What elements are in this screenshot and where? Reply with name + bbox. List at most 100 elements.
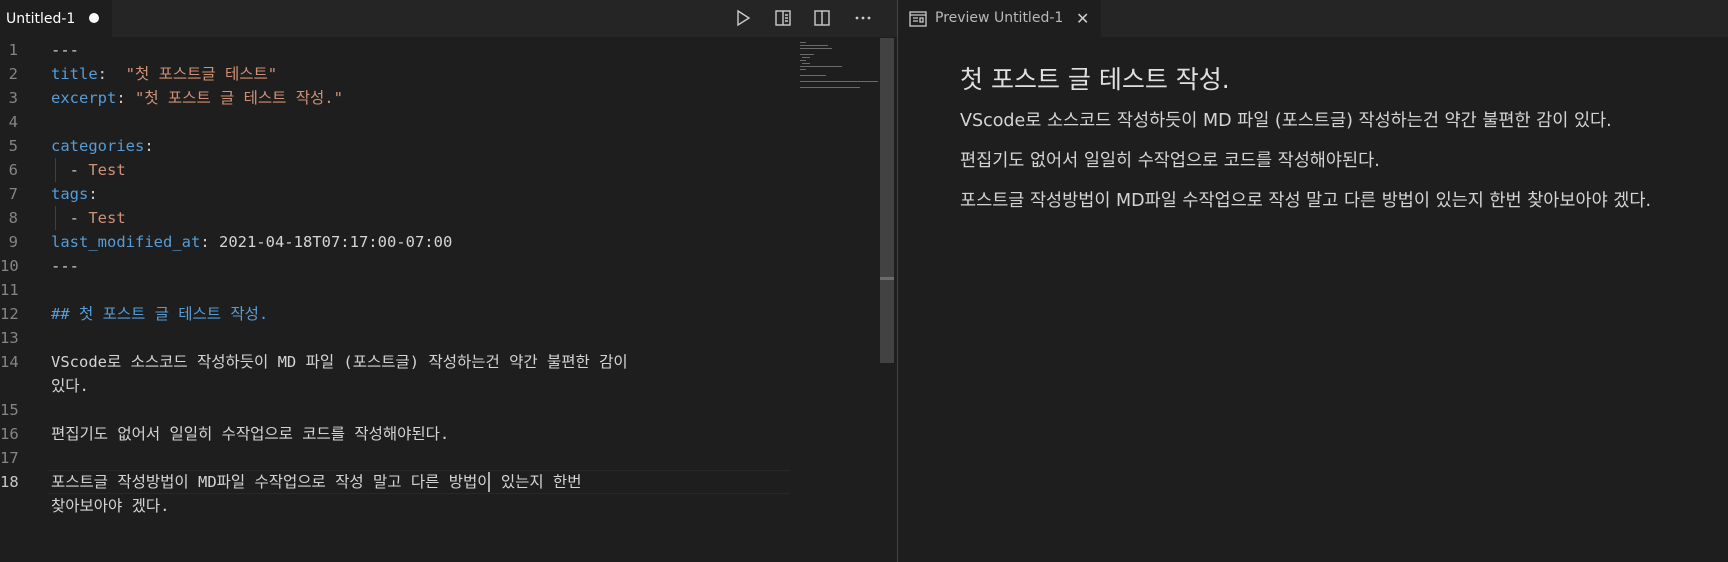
line-number: 1 (8, 41, 18, 59)
more-actions-icon (855, 16, 871, 20)
line-text: title: "첫 포스트글 테스트" (51, 62, 277, 86)
code-line[interactable]: 13 (0, 326, 880, 350)
tab-title: Untitled-1 (6, 10, 76, 27)
token: ## 첫 포스트 글 테스트 작성. (51, 305, 269, 323)
code-line[interactable]: 5 categories: (0, 134, 880, 158)
token: : (144, 137, 154, 155)
preview-heading: 첫 포스트 글 테스트 작성. (960, 65, 1230, 94)
line-number: 3 (8, 89, 18, 107)
indent-guide (55, 206, 56, 230)
unsaved-dot-icon[interactable] (89, 13, 99, 23)
code-line[interactable]: 17 (0, 446, 880, 470)
line-text: 있다. (51, 374, 89, 398)
editor-tabbar: Untitled-1 (0, 0, 897, 37)
preview-group: Preview Untitled-1 ✕ 첫 포스트 글 테스트 작성. VSc… (898, 0, 1728, 562)
more-actions-button[interactable] (850, 6, 876, 30)
line-number: 2 (8, 65, 18, 83)
line-number: 8 (8, 209, 18, 227)
code-line[interactable]: 9 last_modified_at: 2021-04-18T07:17:00-0… (0, 230, 880, 254)
code-line[interactable]: 18 포스트글 작성방법이 MD파일 수작업으로 작성 말고 다른 방법이 있는지… (0, 470, 880, 494)
line-number: 9 (8, 233, 18, 251)
token: --- (51, 257, 79, 275)
line-text: last_modified_at: 2021-04-18T07:17:00-07… (51, 230, 452, 254)
minimap[interactable] (800, 40, 880, 90)
token: last_modified_at (51, 233, 201, 251)
token: - (51, 161, 89, 179)
token: excerpt (51, 89, 117, 107)
code-line[interactable]: 14 VScode로 소스코드 작성하듯이 MD 파일 (포스트글) 작성하는건 … (0, 350, 880, 374)
line-number: 18 (0, 473, 19, 491)
token: 2021-04-18T07:17:00-07:00 (218, 233, 453, 251)
line-text: tags: (51, 182, 98, 206)
line-number: 5 (8, 137, 18, 155)
token: tags (51, 185, 89, 203)
code-line[interactable]: 12 ## 첫 포스트 글 테스트 작성. (0, 302, 880, 326)
token: title (51, 65, 98, 83)
code-line[interactable]: 8 - Test (0, 206, 880, 230)
code-area[interactable]: 1 --- 2 title: "첫 포스트글 테스트" 3 excerpt: "첫 포스트… (0, 38, 880, 562)
open-preview-icon (775, 10, 791, 26)
code-line[interactable]: 10 --- (0, 254, 880, 278)
indent-guide (55, 158, 56, 182)
token: --- (51, 41, 79, 59)
code-line[interactable]: 6 - Test (0, 158, 880, 182)
code-line[interactable]: 1 --- (0, 38, 880, 62)
preview-icon (909, 11, 927, 27)
token: - (51, 209, 89, 227)
token: : (200, 233, 219, 251)
code-line[interactable]: 찾아보아야 겠다. (0, 494, 880, 518)
line-text: 편집기도 없어서 일일히 수작업으로 코드를 작성해야된다. (51, 422, 449, 446)
code-line[interactable]: 있다. (0, 374, 880, 398)
line-number: 17 (0, 449, 19, 467)
code-line[interactable]: 3 excerpt: "첫 포스트 글 테스트 작성." (0, 86, 880, 110)
token: VScode로 소스코드 작성하듯이 MD 파일 (포스트글) 작성하는건 약간… (51, 353, 628, 371)
tab-preview-untitled-1[interactable]: Preview Untitled-1 ✕ (898, 0, 1101, 37)
token: categories (51, 137, 145, 155)
code-line[interactable]: 2 title: "첫 포스트글 테스트" (0, 62, 880, 86)
line-number: 10 (0, 257, 19, 275)
split-editor-button[interactable] (809, 6, 835, 30)
text-cursor (488, 472, 490, 492)
code-line[interactable]: 11 (0, 278, 880, 302)
preview-paragraph: 포스트글 작성방법이 MD파일 수작업으로 작성 말고 다른 방법이 있는지 한… (960, 191, 1652, 211)
line-number: 15 (0, 401, 19, 419)
code-line[interactable]: 4 (0, 110, 880, 134)
tab-untitled-1[interactable]: Untitled-1 (0, 0, 112, 37)
token: : (116, 89, 135, 107)
code-line[interactable]: 16 편집기도 없어서 일일히 수작업으로 코드를 작성해야된다. (0, 422, 880, 446)
line-number: 13 (0, 329, 19, 347)
scrollbar-thumb[interactable] (880, 38, 894, 363)
line-text: categories: (51, 134, 154, 158)
open-preview-button[interactable] (770, 6, 796, 30)
preview-paragraph: VScode로 소스코드 작성하듯이 MD 파일 (포스트글) 작성하는건 약간… (960, 111, 1612, 131)
line-text: ## 첫 포스트 글 테스트 작성. (51, 302, 268, 326)
token: 포스트글 작성방법이 MD파일 수작업으로 작성 말고 다른 방법이 있는지 한… (51, 473, 582, 491)
editor-group: Untitled-1 1 --- 2 title: "첫 포스트글 테스트" 3 exce… (0, 0, 897, 562)
run-button[interactable] (730, 6, 756, 30)
line-number: 12 (0, 305, 19, 323)
token: : (88, 185, 98, 203)
line-number: 6 (8, 161, 18, 179)
token: "첫 포스트글 테스트" (125, 65, 278, 83)
preview-tab-title: Preview Untitled-1 (935, 10, 1064, 26)
line-text: 찾아보아야 겠다. (51, 494, 169, 518)
code-line[interactable]: 7 tags: (0, 182, 880, 206)
line-number: 11 (0, 281, 19, 299)
code-line[interactable]: 15 (0, 398, 880, 422)
scrollbar-cursor-marker (880, 277, 894, 280)
line-text: - Test (51, 158, 126, 182)
token: : (97, 65, 126, 83)
close-icon[interactable]: ✕ (1076, 9, 1089, 28)
line-number: 4 (8, 113, 18, 131)
line-text: 포스트글 작성방법이 MD파일 수작업으로 작성 말고 다른 방법이 있는지 한… (51, 470, 581, 494)
line-text: excerpt: "첫 포스트 글 테스트 작성." (51, 86, 343, 110)
line-text: --- (51, 38, 79, 62)
line-text: --- (51, 254, 79, 278)
token: "첫 포스트 글 테스트 작성." (135, 89, 343, 107)
preview-paragraph: 편집기도 없어서 일일히 수작업으로 코드를 작성해야된다. (960, 151, 1380, 171)
token: 있다. (51, 377, 89, 395)
line-number: 16 (0, 425, 19, 443)
line-number: 14 (0, 353, 19, 371)
token: Test (88, 161, 126, 179)
token: 편집기도 없어서 일일히 수작업으로 코드를 작성해야된다. (51, 425, 450, 443)
